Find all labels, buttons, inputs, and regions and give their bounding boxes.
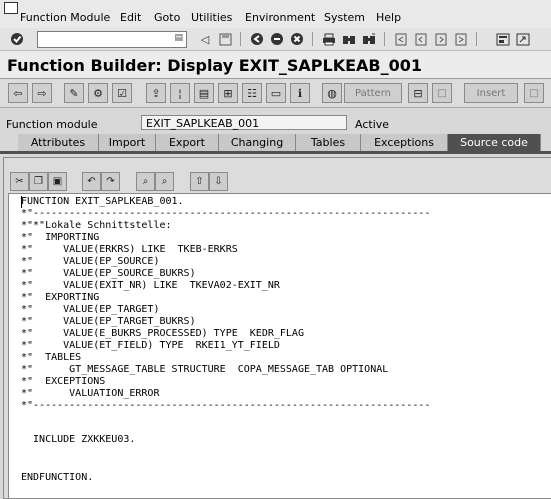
code-line: *" EXCEPTIONS xyxy=(21,376,106,387)
command-dropdown-icon[interactable]: ▤ xyxy=(174,33,183,43)
back-nav-icon[interactable] xyxy=(249,31,265,47)
code-line: *" VALUE(EP_TARGET_BUKRS) xyxy=(21,316,196,327)
activate-icon[interactable]: ⇪ xyxy=(146,83,166,103)
help-icon[interactable]: ◍ xyxy=(322,83,342,103)
menu-edit[interactable]: Edit xyxy=(120,11,141,24)
insert-button[interactable]: Insert xyxy=(464,83,518,103)
copy-icon[interactable]: ❐ xyxy=(29,172,48,191)
pretty-printer-icon[interactable]: ⊟ xyxy=(408,83,428,103)
display-change-icon[interactable]: ✎ xyxy=(64,83,84,103)
page-title: Function Builder: Display EXIT_SAPLKEAB_… xyxy=(7,56,422,75)
display-object-icon[interactable]: ▭ xyxy=(266,83,286,103)
undo-icon[interactable]: ↶ xyxy=(82,172,101,191)
menu-bar: Function Module Edit Goto Utilities Envi… xyxy=(0,0,551,29)
enter-icon[interactable] xyxy=(9,31,25,47)
menu-system[interactable]: System xyxy=(324,11,365,24)
next-page-icon[interactable] xyxy=(433,31,449,47)
search-icon[interactable]: ⌕ xyxy=(136,172,155,191)
code-line: *" VALUE(EP_SOURCE) xyxy=(21,256,160,267)
hierarchy-icon[interactable]: ⊞ xyxy=(218,83,238,103)
first-page-icon[interactable] xyxy=(393,31,409,47)
code-line: *" VALUE(ET_FIELD) TYPE RKEI1_YT_FIELD xyxy=(21,340,280,351)
print-icon[interactable] xyxy=(321,31,337,47)
function-module-field[interactable]: EXIT_SAPLKEAB_001 xyxy=(141,115,347,130)
code-line: *" GT_MESSAGE_TABLE STRUCTURE COPA_MESSA… xyxy=(21,364,389,375)
where-used-icon[interactable]: ▤ xyxy=(194,83,214,103)
forward-arrow-icon[interactable]: ⇨ xyxy=(32,83,52,103)
redo-icon[interactable]: ↷ xyxy=(101,172,120,191)
tab-exceptions[interactable]: Exceptions xyxy=(361,134,448,151)
code-line: *" VALUE(EXIT_NR) LIKE TKEVA02-EXIT_NR xyxy=(21,280,280,291)
menu-function-module[interactable]: Function Module xyxy=(20,11,110,24)
save-icon[interactable] xyxy=(217,31,233,47)
exit-icon[interactable] xyxy=(269,31,285,47)
previous-page-icon[interactable] xyxy=(413,31,429,47)
app-window-icon[interactable] xyxy=(4,2,18,14)
check-icon[interactable]: ☑ xyxy=(112,83,132,103)
source-code-editor[interactable]: FUNCTION EXIT_SAPLKEAB_001. *"----------… xyxy=(8,193,551,498)
command-field[interactable]: ▤ xyxy=(37,31,187,48)
replace-icon[interactable]: □ xyxy=(524,83,544,103)
function-module-label: Function module xyxy=(6,118,98,131)
code-line: *" EXPORTING xyxy=(21,292,100,303)
download-icon[interactable]: ⇩ xyxy=(209,172,228,191)
back-icon[interactable]: ◁ xyxy=(197,31,213,47)
find-next-icon[interactable] xyxy=(361,31,377,47)
object-list-icon[interactable]: ☷ xyxy=(242,83,262,103)
code-line: *" VALUE(EP_TARGET) xyxy=(21,304,160,315)
code-line: *"*"Lokale Schnittstelle: xyxy=(21,220,172,231)
active-inactive-icon[interactable]: ⚙ xyxy=(88,83,108,103)
test-icon[interactable]: ¦ xyxy=(170,83,190,103)
search-next-icon[interactable]: ⌕ xyxy=(155,172,174,191)
info-icon[interactable]: ℹ xyxy=(290,83,310,103)
shortcut-icon[interactable] xyxy=(515,31,531,47)
menu-environment[interactable]: Environment xyxy=(245,11,315,24)
last-page-icon[interactable] xyxy=(453,31,469,47)
tab-attributes[interactable]: Attributes xyxy=(18,134,99,151)
code-line: *" TABLES xyxy=(21,352,82,363)
tab-changing[interactable]: Changing xyxy=(219,134,296,151)
tab-strip: Attributes Import Export Changing Tables… xyxy=(0,134,551,151)
code-line: FUNCTION EXIT_SAPLKEAB_001. xyxy=(21,196,184,207)
code-line: *" VALUE(E_BUKRS_PROCESSED) TYPE KEDR_FL… xyxy=(21,328,304,339)
pattern-button[interactable]: Pattern xyxy=(344,83,402,103)
code-line: *"--------------------------------------… xyxy=(21,400,431,411)
title-bar: Function Builder: Display EXIT_SAPLKEAB_… xyxy=(0,51,551,79)
code-line: *" VALUE(EP_SOURCE_BUKRS) xyxy=(21,268,196,279)
tab-source-code[interactable]: Source code xyxy=(448,134,541,151)
back-arrow-icon[interactable]: ⇦ xyxy=(8,83,28,103)
function-module-row: Function module EXIT_SAPLKEAB_001 Active xyxy=(0,112,551,134)
application-toolbar: ⇦ ⇨ ✎ ⚙ ☑ ⇪ ¦ ▤ ⊞ ☷ ▭ ℹ ◍ Pattern ⊟ □ In… xyxy=(0,79,551,108)
tab-underline xyxy=(0,151,551,154)
code-line: ENDFUNCTION. xyxy=(21,472,94,483)
tab-import[interactable]: Import xyxy=(99,134,156,151)
find-icon[interactable] xyxy=(341,31,357,47)
cancel-icon[interactable] xyxy=(289,31,305,47)
menu-utilities[interactable]: Utilities xyxy=(191,11,232,24)
upload-icon[interactable]: ⇧ xyxy=(190,172,209,191)
menu-help[interactable]: Help xyxy=(376,11,401,24)
menu-goto[interactable]: Goto xyxy=(154,11,180,24)
code-line: *" VALUE(ERKRS) LIKE TKEB-ERKRS xyxy=(21,244,238,255)
code-line: *" IMPORTING xyxy=(21,232,100,243)
tab-export[interactable]: Export xyxy=(156,134,219,151)
standard-toolbar: ▤ ◁ xyxy=(0,28,551,51)
code-line: *"--------------------------------------… xyxy=(21,208,431,219)
status-text: Active xyxy=(355,118,390,131)
tab-tables[interactable]: Tables xyxy=(296,134,361,151)
cut-icon[interactable]: ✂ xyxy=(10,172,29,191)
new-session-icon[interactable] xyxy=(495,31,511,47)
insert-statement-icon[interactable]: □ xyxy=(432,83,452,103)
code-line: *" VALUATION_ERROR xyxy=(21,388,160,399)
paste-icon[interactable]: ▣ xyxy=(48,172,67,191)
code-line: INCLUDE ZXKKEU03. xyxy=(21,434,136,445)
